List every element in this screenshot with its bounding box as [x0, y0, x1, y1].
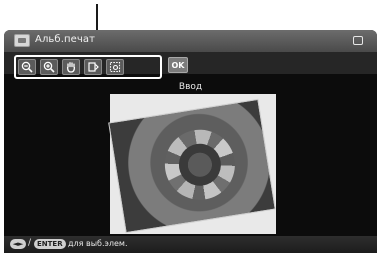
hint-bar: ◄► / ENTER для выб.элем.: [4, 236, 377, 253]
arrows-key-icon: ◄►: [10, 239, 26, 249]
zoom-in-button[interactable]: [40, 59, 58, 75]
enter-key-icon: ENTER: [34, 239, 66, 249]
zoom-out-icon: [21, 61, 33, 73]
hand-pan-button[interactable]: [62, 59, 80, 75]
trim-icon: [109, 61, 121, 73]
toolbar: [14, 55, 162, 79]
zoom-in-icon: [43, 61, 55, 73]
photo-image: [108, 98, 276, 234]
ok-button[interactable]: OK: [168, 57, 188, 73]
trim-button[interactable]: [106, 59, 124, 75]
hint-text: для выб.элем.: [68, 239, 128, 248]
rotate-button[interactable]: [84, 59, 102, 75]
app-title: Альб.печат: [35, 34, 96, 45]
device-screen: Альб.печат OK Ввод ◄► / ENTER для выб.эл…: [4, 30, 377, 253]
zoom-out-button[interactable]: [18, 59, 36, 75]
album-icon: [14, 34, 30, 47]
hint-separator: /: [28, 238, 32, 248]
rotate-icon: [88, 62, 99, 72]
section-label: Ввод: [178, 82, 203, 92]
window-icon: [353, 36, 363, 45]
hand-pan-icon: [66, 62, 76, 73]
photo-preview: [108, 94, 276, 234]
title-bar: Альб.печат: [4, 30, 377, 52]
